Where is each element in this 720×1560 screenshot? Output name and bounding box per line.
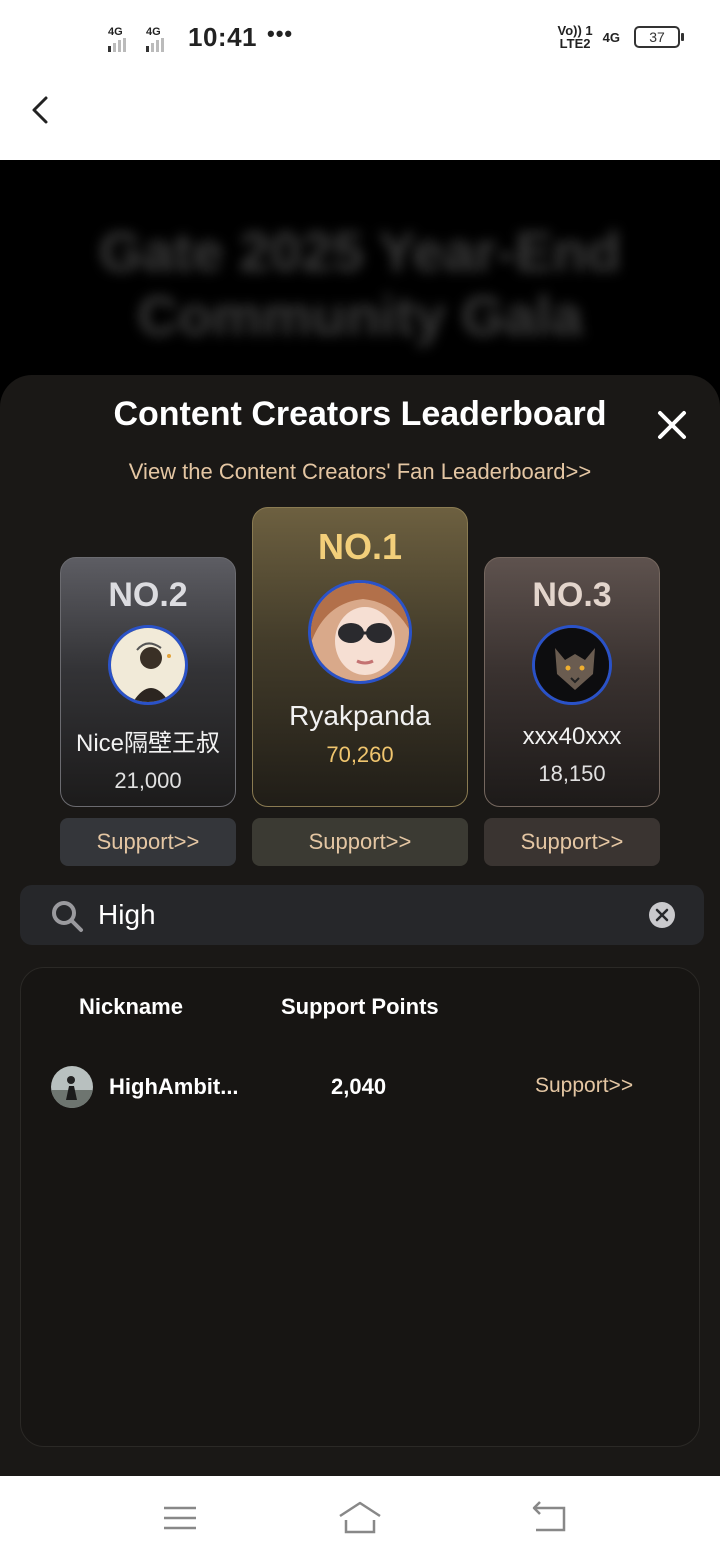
- support-button-rank-2[interactable]: Support>>: [60, 818, 236, 866]
- table-row: HighAmbit... 2,040 Support>>: [21, 1066, 701, 1110]
- home-icon[interactable]: [336, 1498, 384, 1538]
- rank-label: NO.1: [317, 526, 403, 567]
- creator-points: 21,000: [114, 768, 182, 793]
- row-points: 2,040: [331, 1074, 387, 1099]
- signal-2-icon: 4G: [146, 24, 174, 52]
- battery-icon: 37: [634, 26, 684, 48]
- column-header-support-points: Support Points: [281, 994, 439, 1019]
- rank-label: NO.3: [532, 576, 612, 614]
- creator-name: xxx40xxx: [522, 723, 622, 750]
- avatar: [51, 1066, 93, 1108]
- search-results-panel: Nickname Support Points HighAmbit... 2,0…: [20, 967, 700, 1447]
- creator-name: Ryakpanda: [289, 700, 431, 731]
- avatar: [308, 580, 412, 684]
- search-input[interactable]: [98, 893, 638, 937]
- support-button-rank-3[interactable]: Support>>: [484, 818, 660, 866]
- signal-1-icon: 4G: [108, 24, 136, 52]
- volte-indicator: Vo)) 1 LTE2: [557, 23, 593, 51]
- clock: 10:41: [188, 22, 257, 52]
- top-nav-bar: [0, 76, 720, 160]
- creator-name: Nice隔壁王叔: [75, 730, 220, 757]
- more-notifications-icon: •••: [267, 20, 294, 46]
- back-arrow-icon[interactable]: [22, 90, 62, 130]
- rank-label: NO.2: [108, 576, 188, 614]
- sheet-title: Content Creators Leaderboard: [113, 395, 607, 433]
- podium-card-rank-3: NO.3 xxx40xxx 18,150: [484, 557, 660, 807]
- return-icon[interactable]: [530, 1500, 568, 1536]
- support-button-rank-1[interactable]: Support>>: [252, 818, 468, 866]
- avatar: [108, 625, 188, 705]
- blurred-page-title: Gate 2025 Year-End Community Gala: [99, 220, 621, 347]
- row-support-button[interactable]: Support>>: [535, 1074, 633, 1098]
- menu-icon[interactable]: [162, 1500, 198, 1536]
- column-header-nickname: Nickname: [79, 994, 183, 1019]
- system-navigation-bar: [0, 1476, 720, 1560]
- network-4g-indicator: 4G: [602, 29, 620, 45]
- clear-icon[interactable]: [648, 901, 676, 929]
- search-bar: [20, 885, 704, 945]
- creator-points: 70,260: [326, 742, 394, 767]
- podium-card-rank-2: NO.2 Nice隔壁王叔 21,000: [60, 557, 236, 807]
- creator-points: 18,150: [538, 761, 606, 786]
- fan-leaderboard-link[interactable]: View the Content Creators' Fan Leaderboa…: [0, 459, 720, 485]
- status-bar: 4G 4G 10:41 ••• Vo)) 1 LTE2 4G 37: [0, 0, 720, 76]
- search-icon: [52, 901, 83, 932]
- podium-card-rank-1: NO.1 Ryakpanda 70,260: [252, 507, 468, 807]
- leaderboard-sheet: Content Creators Leaderboard View the Co…: [0, 375, 720, 1476]
- avatar: [532, 625, 612, 705]
- close-icon[interactable]: [652, 405, 692, 445]
- row-nickname: HighAmbit...: [109, 1074, 239, 1099]
